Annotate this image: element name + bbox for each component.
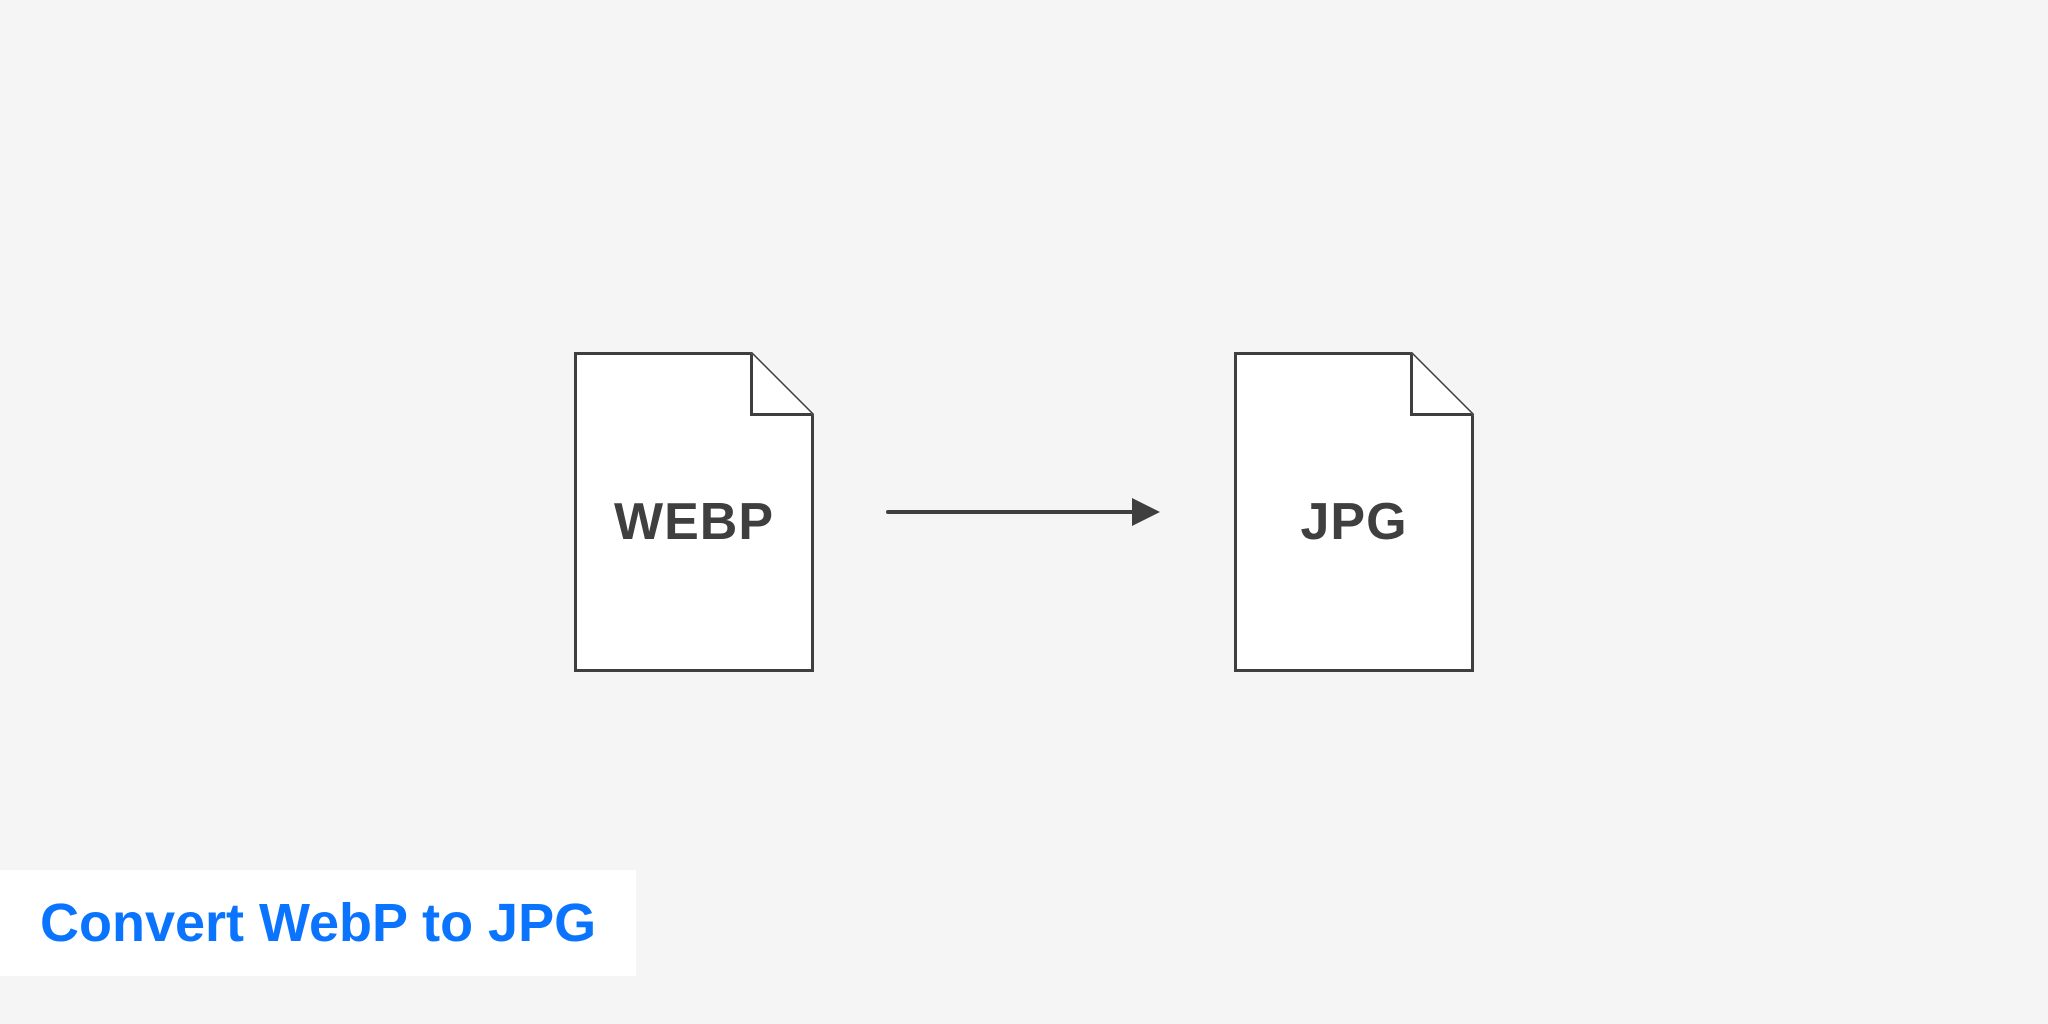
arrow-right-icon (884, 492, 1164, 532)
target-file-icon: JPG (1234, 352, 1474, 672)
file-fold-icon (750, 352, 814, 416)
file-fold-icon (1410, 352, 1474, 416)
source-format-label: WEBP (614, 492, 774, 552)
page-caption: Convert WebP to JPG (0, 870, 636, 976)
target-format-label: JPG (1300, 492, 1407, 552)
caption-text: Convert WebP to JPG (40, 893, 596, 953)
source-file-icon: WEBP (574, 352, 814, 672)
